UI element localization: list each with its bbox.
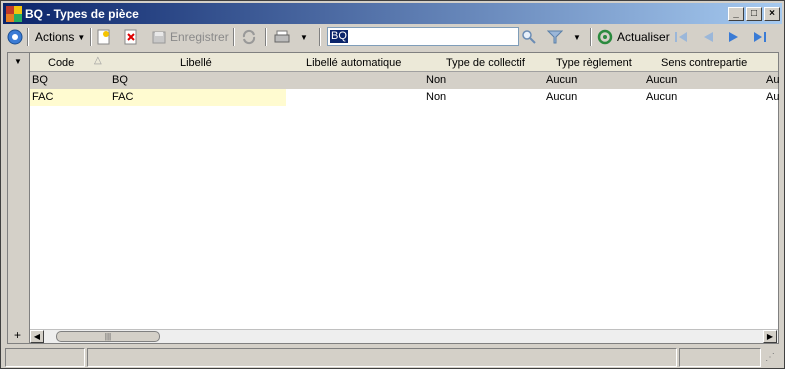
previous-page-icon[interactable] xyxy=(700,26,716,48)
last-page-icon[interactable] xyxy=(752,26,768,48)
title-bar[interactable]: BQ - Types de pièce _ □ × xyxy=(3,3,782,24)
column-header-row: Code △ Libellé Libellé automatique Type … xyxy=(30,53,778,72)
print-icon[interactable] xyxy=(273,26,291,48)
cell-type-collectif: Non xyxy=(426,91,447,103)
minimize-button[interactable]: _ xyxy=(728,7,744,21)
print-dropdown-icon[interactable]: ▼ xyxy=(300,26,308,48)
data-grid: ▼ + Code △ Libellé Libellé automatique T… xyxy=(7,52,779,344)
sort-ascending-icon: △ xyxy=(94,55,102,66)
horizontal-scrollbar[interactable]: ◀ ||| ▶ xyxy=(30,329,778,343)
scroll-thumb[interactable]: ||| xyxy=(56,331,160,342)
next-page-icon[interactable] xyxy=(726,26,742,48)
resize-grip-icon[interactable]: ⋰ xyxy=(765,352,775,363)
cell-truncated: Au xyxy=(766,74,780,86)
status-panel-3 xyxy=(679,348,761,367)
grid-menu-icon[interactable]: ▼ xyxy=(14,57,22,66)
save-icon xyxy=(152,31,166,44)
delete-icon[interactable] xyxy=(124,26,138,48)
column-header-sens-contrepartie[interactable]: Sens contrepartie xyxy=(661,57,747,69)
row-highlight xyxy=(30,89,286,106)
scroll-left-icon[interactable]: ◀ xyxy=(30,330,44,343)
cell-sens-contrepartie: Aucun xyxy=(646,74,678,86)
column-header-code[interactable]: Code xyxy=(48,57,74,69)
refresh-icon xyxy=(597,29,613,45)
window-title: BQ - Types de pièce xyxy=(25,7,139,21)
app-icon xyxy=(6,6,22,22)
sync-icon[interactable] xyxy=(241,26,257,48)
save-button[interactable]: Enregistrer xyxy=(151,26,229,48)
search-input[interactable]: BQ xyxy=(327,27,519,46)
cell-type-collectif: Non xyxy=(426,74,447,86)
search-icon[interactable] xyxy=(521,26,537,48)
actions-menu-button[interactable]: Actions ▼ xyxy=(35,26,85,48)
cell-truncated: Au xyxy=(766,91,780,103)
actions-label: Actions xyxy=(35,30,75,44)
filter-icon[interactable] xyxy=(547,26,563,48)
column-header-type-collectif[interactable]: Type de collectif xyxy=(446,57,525,69)
save-label: Enregistrer xyxy=(170,30,229,44)
search-value: BQ xyxy=(330,30,348,43)
cell-libelle: FAC xyxy=(112,91,134,103)
column-header-libelle[interactable]: Libellé xyxy=(180,57,212,69)
column-header-libelle-auto[interactable]: Libellé automatique xyxy=(306,57,401,69)
row-header-column: ▼ + xyxy=(8,53,30,343)
toolbar: Actions ▼ Enregistrer ▼ BQ ▼ Actualiser xyxy=(3,26,782,48)
nav-circle-icon[interactable] xyxy=(7,26,23,48)
cell-type-reglement: Aucun xyxy=(546,74,578,86)
main-window: BQ - Types de pièce _ □ × Actions ▼ Enre… xyxy=(0,0,785,369)
table-row[interactable]: FAC FAC Non Aucun Aucun Au xyxy=(30,89,780,106)
add-row-icon[interactable]: + xyxy=(14,329,21,341)
filter-dropdown-icon[interactable]: ▼ xyxy=(573,26,581,48)
cell-code: BQ xyxy=(32,74,48,86)
refresh-label: Actualiser xyxy=(617,30,670,44)
refresh-button[interactable]: Actualiser xyxy=(597,26,670,48)
scroll-right-icon[interactable]: ▶ xyxy=(763,330,777,343)
cell-libelle: BQ xyxy=(112,74,128,86)
first-page-icon[interactable] xyxy=(673,26,689,48)
chevron-down-icon: ▼ xyxy=(77,32,86,42)
cell-sens-contrepartie: Aucun xyxy=(646,91,678,103)
cell-type-reglement: Aucun xyxy=(546,91,578,103)
close-button[interactable]: × xyxy=(764,7,780,21)
cell-code: FAC xyxy=(32,91,54,103)
maximize-button[interactable]: □ xyxy=(746,7,762,21)
table-row[interactable]: BQ BQ Non Aucun Aucun Au xyxy=(30,72,780,89)
column-header-type-reglement[interactable]: Type règlement xyxy=(556,57,632,69)
new-document-icon[interactable] xyxy=(97,26,111,48)
status-panel-2 xyxy=(87,348,677,367)
status-bar: ⋰ xyxy=(3,348,782,367)
status-panel-1 xyxy=(5,348,85,367)
